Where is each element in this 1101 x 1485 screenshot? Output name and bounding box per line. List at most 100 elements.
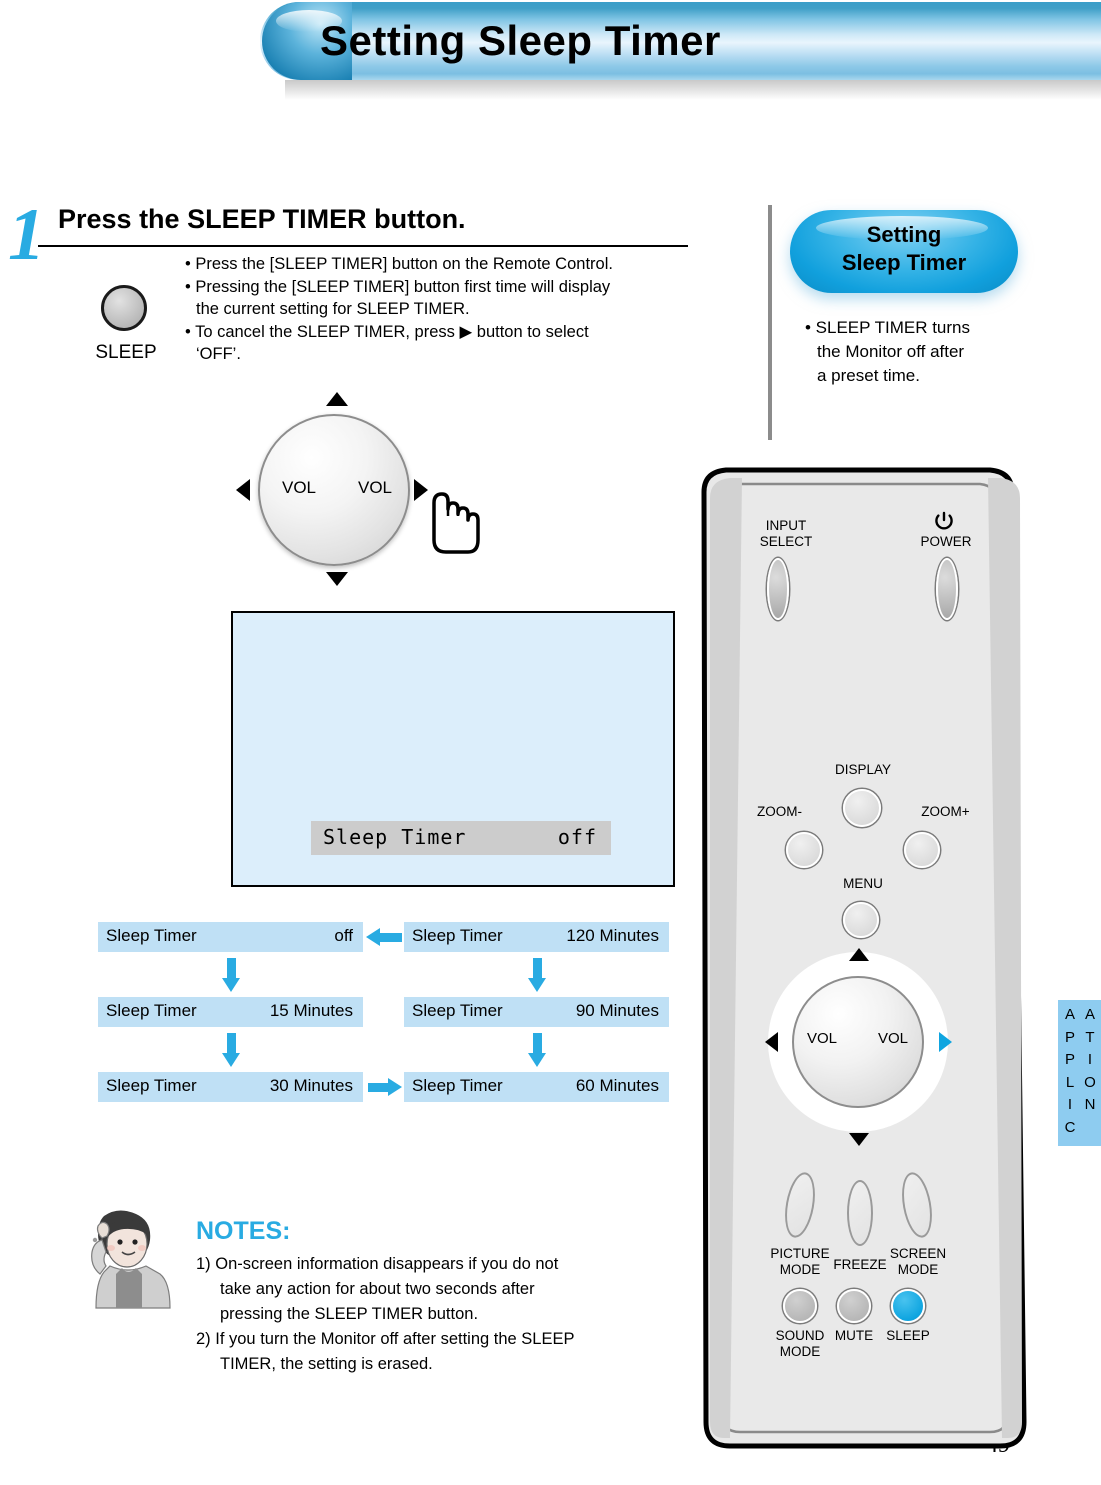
note-line: 2) If you turn the Monitor off after set… — [196, 1330, 575, 1348]
flow-item-label: Sleep Timer — [412, 1001, 503, 1020]
section-tab-column-2: ATION — [1084, 1006, 1096, 1113]
flow-item-value: 60 Minutes — [575, 1076, 659, 1095]
flow-item-label: Sleep Timer — [106, 926, 197, 945]
flow-arrow-left-icon — [366, 928, 380, 946]
page-header-shadow — [285, 80, 1101, 100]
flow-item: Sleep Timer 30 Minutes — [98, 1072, 363, 1102]
osd-sleep-timer-bar: Sleep Timer off — [311, 821, 611, 855]
note-line: pressing the SLEEP TIMER button. — [220, 1305, 479, 1323]
pointing-hand-icon — [432, 492, 480, 554]
remote-input-select-label-line1: INPUT — [765, 518, 807, 533]
flow-item: Sleep Timer 60 Minutes — [404, 1072, 669, 1102]
flow-arrow-down-icon — [528, 1053, 546, 1067]
sleep-button-illustration — [101, 285, 147, 331]
sidebar-description-line: the Monitor off after — [817, 342, 965, 361]
osd-sleep-timer-label: Sleep Timer — [323, 825, 467, 849]
power-icon — [935, 511, 953, 530]
flow-item-value: 120 Minutes — [566, 926, 659, 945]
sidebar-badge-line-2: Sleep Timer — [841, 250, 967, 275]
arrow-down-icon — [326, 572, 348, 586]
flow-item-value: 30 Minutes — [269, 1076, 353, 1095]
step-title: Press the SLEEP TIMER button. — [58, 204, 466, 234]
instruction-line: • Press the [SLEEP TIMER] button on the … — [185, 255, 613, 273]
remote-zoom-plus-label: ZOOM+ — [921, 804, 970, 819]
step-divider-rule — [38, 245, 688, 247]
section-tab-column-1: APPLIC — [1064, 1006, 1076, 1136]
step-instruction-list: • Press the [SLEEP TIMER] button on the … — [185, 253, 685, 366]
sleep-timer-cycle-diagram: Sleep Timer off Sleep Timer 15 Minutes S… — [98, 922, 683, 1102]
vol-dial-right-label: VOL — [358, 478, 393, 497]
page-title: Setting Sleep Timer — [320, 17, 721, 64]
remote-power-label: POWER — [920, 534, 972, 549]
instruction-line: ‘OFF’. — [196, 345, 241, 363]
flow-item: Sleep Timer 15 Minutes — [98, 997, 363, 1027]
vol-dial-left-label: VOL — [282, 478, 317, 497]
flow-item-value: 15 Minutes — [269, 1001, 353, 1020]
remote-arrow-up-icon[interactable] — [849, 948, 869, 961]
notes-body: 1) On-screen information disappears if y… — [196, 1252, 676, 1377]
arrow-right-icon — [414, 479, 428, 501]
flow-item-label: Sleep Timer — [106, 1076, 197, 1095]
flow-arrow-down-stem — [227, 1033, 236, 1055]
flow-arrow-down-icon — [222, 978, 240, 992]
remote-freeze-button[interactable] — [847, 1180, 873, 1246]
instruction-line: • To cancel the SLEEP TIMER, press ▶ but… — [185, 322, 589, 341]
remote-input-select-button[interactable] — [767, 558, 789, 620]
sidebar-description: • SLEEP TIMER turns the Monitor off afte… — [805, 316, 1020, 388]
osd-sleep-timer-value: off — [557, 825, 597, 849]
remote-screen-mode-label-line1: SCREEN — [889, 1246, 947, 1261]
remote-mute-button[interactable] — [837, 1289, 871, 1323]
remote-screen-mode-label-line2: MODE — [897, 1262, 939, 1277]
note-line: 1) On-screen information disappears if y… — [196, 1255, 559, 1273]
mascot-illustration — [91, 1210, 171, 1309]
remote-zoom-minus-label: ZOOM- — [757, 804, 802, 819]
flow-arrow-down-stem — [227, 958, 236, 980]
sidebar-divider — [768, 205, 772, 440]
vol-dial-figure: VOL VOL — [236, 390, 480, 590]
remote-zoom-plus-button[interactable] — [904, 832, 940, 868]
flow-arrow-down-icon — [222, 1053, 240, 1067]
flow-item-label: Sleep Timer — [412, 1076, 503, 1095]
note-line: TIMER, the setting is erased. — [220, 1355, 433, 1373]
flow-arrow-left-stem — [380, 933, 402, 942]
remote-control-illustration: INPUT SELECT POWER DISPLAY ZOOM- ZOOM+ M… — [690, 462, 1040, 1452]
remote-menu-button[interactable] — [843, 902, 879, 938]
remote-display-label: DISPLAY — [834, 762, 892, 777]
remote-sleep-button[interactable] — [891, 1289, 925, 1323]
remote-vol-left-label: VOL — [807, 1030, 838, 1047]
sidebar-description-line: a preset time. — [817, 366, 920, 385]
instruction-line: • Pressing the [SLEEP TIMER] button firs… — [185, 277, 611, 296]
flow-item: Sleep Timer 120 Minutes — [404, 922, 669, 952]
flow-item-label: Sleep Timer — [412, 926, 503, 945]
sidebar-badge-line-1: Setting — [866, 222, 942, 247]
remote-sound-mode-label-line2: MODE — [779, 1344, 821, 1359]
remote-display-button[interactable] — [843, 789, 881, 827]
flow-arrow-right-icon — [388, 1078, 402, 1096]
remote-arrow-right-icon[interactable] — [939, 1032, 952, 1052]
remote-arrow-down-icon[interactable] — [849, 1133, 869, 1146]
flow-item-label: Sleep Timer — [106, 1001, 197, 1020]
note-line: take any action for about two seconds af… — [220, 1280, 535, 1298]
remote-vol-right-label: VOL — [878, 1030, 909, 1047]
remote-menu-label: MENU — [843, 876, 883, 891]
sidebar-description-line: • SLEEP TIMER turns — [805, 318, 970, 337]
remote-arrow-left-icon[interactable] — [765, 1032, 778, 1052]
flow-arrow-right-stem — [368, 1083, 390, 1092]
flow-item-value: 90 Minutes — [575, 1001, 659, 1020]
step-number: 1 — [8, 194, 45, 276]
notes-title: NOTES: — [196, 1217, 291, 1245]
flow-arrow-down-stem — [533, 1033, 542, 1055]
flow-item: Sleep Timer off — [98, 922, 363, 952]
flow-arrow-down-icon — [528, 978, 546, 992]
remote-zoom-minus-button[interactable] — [786, 832, 822, 868]
arrow-up-icon — [326, 392, 348, 406]
section-tab-application[interactable]: APPLIC ATION — [1058, 1000, 1101, 1146]
remote-power-button[interactable] — [936, 558, 958, 620]
arrow-left-icon — [236, 479, 250, 501]
remote-sound-mode-button[interactable] — [783, 1289, 817, 1323]
sleep-button-illustration-label: SLEEP — [95, 342, 157, 363]
flow-item-value: off — [334, 926, 353, 945]
instruction-line: the current setting for SLEEP TIMER. — [196, 300, 470, 318]
remote-input-select-label-line2: SELECT — [759, 534, 813, 549]
flow-arrow-down-stem — [533, 958, 542, 980]
